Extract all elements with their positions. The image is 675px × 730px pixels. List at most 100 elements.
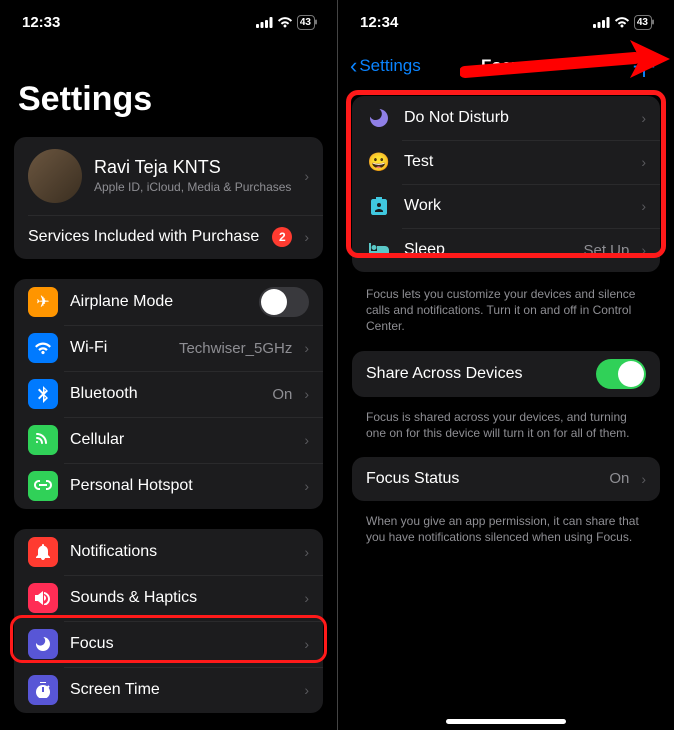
cellular-row[interactable]: Cellular › [14, 417, 323, 463]
share-group: Share Across Devices [352, 351, 660, 397]
focus-status-value: On [609, 470, 629, 487]
apple-id-name: Ravi Teja KNTS [94, 157, 292, 178]
chevron-right-icon: › [641, 110, 646, 126]
wifi-icon [28, 333, 58, 363]
prefs-group: Notifications › Sounds & Haptics › Focus… [14, 529, 323, 713]
notifications-label: Notifications [70, 543, 292, 561]
battery-icon: 43 [634, 15, 652, 30]
cellular-label: Cellular [70, 431, 292, 449]
cellular-icon [28, 425, 58, 455]
smiley-icon: 😀 [366, 152, 392, 173]
chevron-right-icon: › [304, 229, 309, 245]
phone-settings-root: 12:33 43 Settings Ravi Teja KNTS Apple I… [0, 0, 337, 730]
notifications-icon [28, 537, 58, 567]
chevron-right-icon: › [304, 636, 309, 652]
focus-status-row[interactable]: Focus Status On › [352, 457, 660, 501]
apple-id-group: Ravi Teja KNTS Apple ID, iCloud, Media &… [14, 137, 323, 259]
status-time: 12:34 [360, 14, 398, 31]
focus-list-wrapper: Do Not Disturb › 😀 Test › Work › [352, 96, 660, 272]
work-row[interactable]: Work › [352, 184, 660, 228]
home-indicator [446, 719, 566, 724]
dnd-row[interactable]: Do Not Disturb › [352, 96, 660, 140]
status-bar: 12:34 43 [338, 0, 674, 44]
wifi-icon [277, 16, 293, 28]
chevron-right-icon: › [304, 590, 309, 606]
hotspot-label: Personal Hotspot [70, 477, 292, 495]
chevron-right-icon: › [304, 432, 309, 448]
services-row[interactable]: Services Included with Purchase 2 › [14, 215, 323, 259]
airplane-toggle[interactable] [259, 287, 309, 317]
chevron-right-icon: › [641, 242, 646, 258]
add-focus-button[interactable]: ＋ [626, 46, 662, 86]
share-toggle[interactable] [596, 359, 646, 389]
battery-icon: 43 [297, 15, 315, 30]
prefs-wrapper: Notifications › Sounds & Haptics › Focus… [14, 529, 323, 713]
chevron-right-icon: › [641, 198, 646, 214]
back-button[interactable]: ‹ Settings [350, 53, 421, 79]
focus-status-label: Focus Status [366, 470, 597, 488]
share-label: Share Across Devices [366, 365, 584, 383]
navbar: ‹ Settings Focus ＋ [338, 44, 674, 88]
wifi-value: Techwiser_5GHz [179, 340, 292, 357]
network-group: ✈︎ Airplane Mode Wi-Fi Techwiser_5GHz › … [14, 279, 323, 509]
bed-icon [366, 243, 392, 257]
hotspot-row[interactable]: Personal Hotspot › [14, 463, 323, 509]
status-right: 43 [256, 15, 315, 30]
badge-id-icon [366, 197, 392, 215]
work-label: Work [404, 197, 629, 215]
chevron-right-icon: › [641, 154, 646, 170]
chevron-right-icon: › [304, 544, 309, 560]
focus-row[interactable]: Focus › [14, 621, 323, 667]
focus-label: Focus [70, 635, 292, 653]
sounds-icon [28, 583, 58, 613]
chevron-right-icon: › [304, 478, 309, 494]
sounds-row[interactable]: Sounds & Haptics › [14, 575, 323, 621]
chevron-right-icon: › [304, 340, 309, 356]
chevron-right-icon: › [641, 471, 646, 487]
dnd-label: Do Not Disturb [404, 109, 629, 127]
sounds-label: Sounds & Haptics [70, 589, 292, 607]
focus-footer3: When you give an app permission, it can … [352, 507, 660, 561]
status-bar: 12:33 43 [0, 0, 337, 44]
apple-id-row[interactable]: Ravi Teja KNTS Apple ID, iCloud, Media &… [14, 137, 323, 215]
wifi-row[interactable]: Wi-Fi Techwiser_5GHz › [14, 325, 323, 371]
focus-list-group: Do Not Disturb › 😀 Test › Work › [352, 96, 660, 272]
apple-id-sub: Apple ID, iCloud, Media & Purchases [94, 180, 292, 195]
bluetooth-row[interactable]: Bluetooth On › [14, 371, 323, 417]
phone-focus-settings: 12:34 43 ‹ Settings Focus ＋ [337, 0, 674, 730]
sleep-value: Set Up [583, 242, 629, 259]
battery-level: 43 [637, 17, 648, 28]
focus-moon-icon [28, 629, 58, 659]
settings-scroll[interactable]: Ravi Teja KNTS Apple ID, iCloud, Media &… [0, 137, 337, 730]
focus-status-group: Focus Status On › [352, 457, 660, 501]
battery-level: 43 [300, 17, 311, 28]
cellular-signal-icon [593, 17, 610, 28]
share-row[interactable]: Share Across Devices [352, 351, 660, 397]
screentime-row[interactable]: Screen Time › [14, 667, 323, 713]
chevron-right-icon: › [304, 682, 309, 698]
airplane-icon: ✈︎ [28, 287, 58, 317]
status-time: 12:33 [22, 14, 60, 31]
screentime-label: Screen Time [70, 681, 292, 699]
focus-scroll[interactable]: Do Not Disturb › 😀 Test › Work › [338, 88, 674, 730]
chevron-right-icon: › [304, 386, 309, 402]
airplane-row[interactable]: ✈︎ Airplane Mode [14, 279, 323, 325]
focus-footer1: Focus lets you customize your devices an… [352, 280, 660, 351]
cellular-signal-icon [256, 17, 273, 28]
status-right: 43 [593, 15, 652, 30]
wifi-label: Wi-Fi [70, 339, 167, 357]
screentime-icon [28, 675, 58, 705]
sleep-label: Sleep [404, 241, 571, 259]
notifications-row[interactable]: Notifications › [14, 529, 323, 575]
hotspot-icon [28, 471, 58, 501]
sleep-row[interactable]: Sleep Set Up › [352, 228, 660, 272]
bluetooth-label: Bluetooth [70, 385, 260, 403]
page-title: Settings [0, 44, 337, 137]
chevron-right-icon: › [304, 168, 309, 184]
bluetooth-value: On [272, 386, 292, 403]
airplane-label: Airplane Mode [70, 293, 247, 311]
back-label: Settings [359, 56, 420, 76]
test-label: Test [404, 153, 629, 171]
chevron-left-icon: ‹ [350, 53, 357, 79]
test-row[interactable]: 😀 Test › [352, 140, 660, 184]
